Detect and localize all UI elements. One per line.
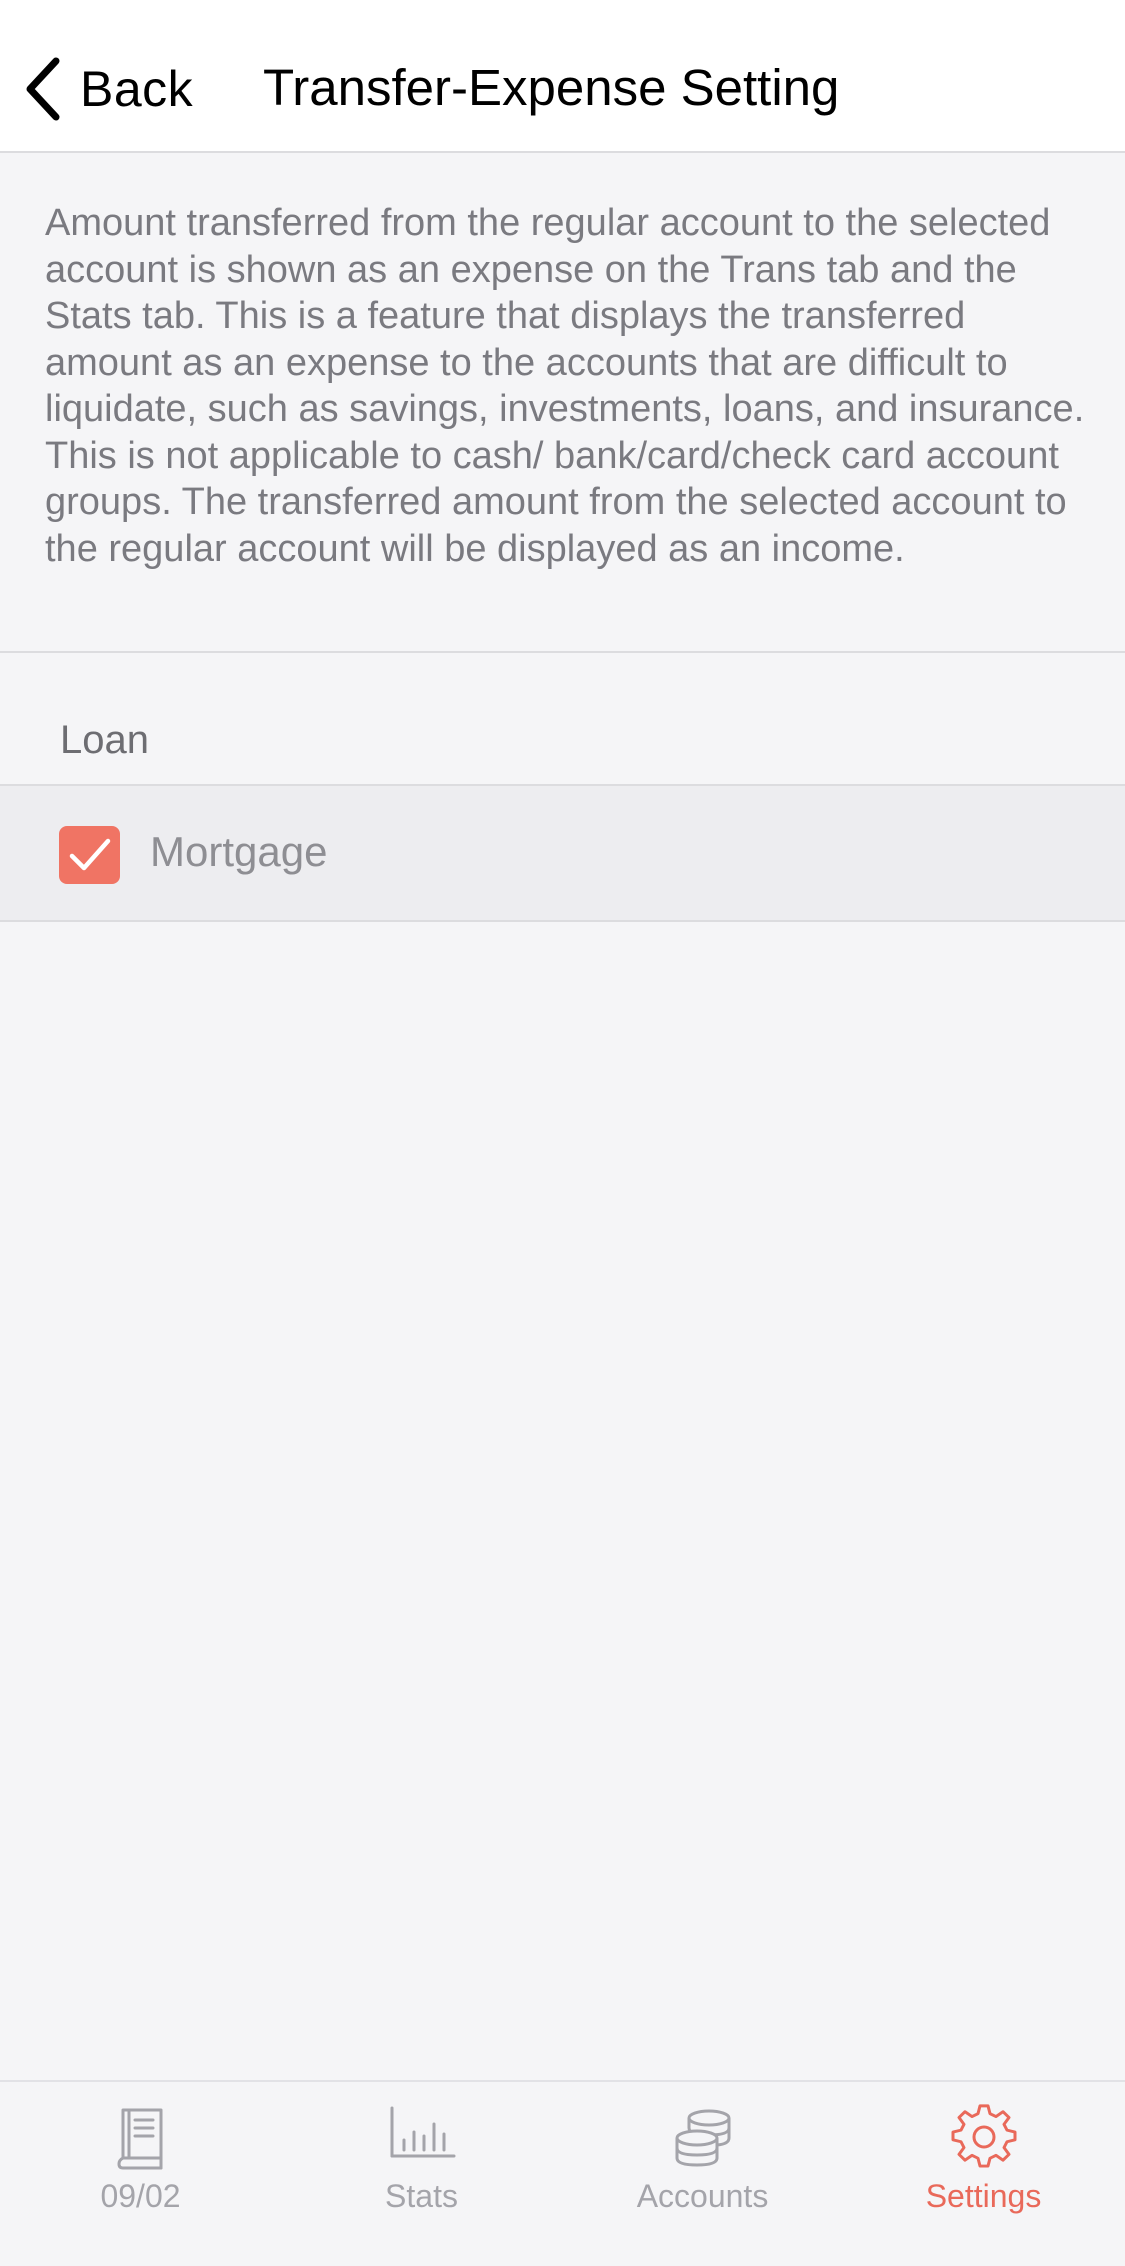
back-button[interactable]: Back xyxy=(22,52,193,126)
gear-icon xyxy=(951,2104,1016,2168)
book-icon xyxy=(117,2108,162,2170)
feature-description: Amount transferred from the regular acco… xyxy=(45,202,1085,570)
tab-stats[interactable]: Stats xyxy=(281,2082,562,2266)
bar-chart-icon xyxy=(390,2106,455,2158)
navigation-bar: Back Transfer-Expense Setting xyxy=(0,0,1125,153)
coins-icon xyxy=(675,2109,730,2167)
chevron-left-icon xyxy=(26,57,60,121)
checkbox-checked[interactable] xyxy=(59,826,120,884)
account-name: Mortgage xyxy=(150,828,328,875)
tab-label: Accounts xyxy=(636,2178,769,2214)
tab-label: Settings xyxy=(925,2178,1042,2214)
account-row-mortgage[interactable]: Mortgage xyxy=(0,784,1125,922)
tab-accounts[interactable]: Accounts xyxy=(562,2082,843,2266)
tab-transactions[interactable]: 09/02 xyxy=(0,2082,281,2266)
checkmark-icon xyxy=(69,838,110,871)
divider xyxy=(0,651,1125,653)
page-title: Transfer-Expense Setting xyxy=(263,59,840,116)
back-button-label: Back xyxy=(80,61,194,117)
tab-label: Stats xyxy=(385,2178,458,2214)
section-header-loan: Loan xyxy=(60,718,149,762)
tab-settings[interactable]: Settings xyxy=(843,2082,1124,2266)
tab-label: 09/02 xyxy=(100,2178,181,2214)
tab-bar: 09/02 Stats Accounts Settings xyxy=(0,2080,1125,2266)
